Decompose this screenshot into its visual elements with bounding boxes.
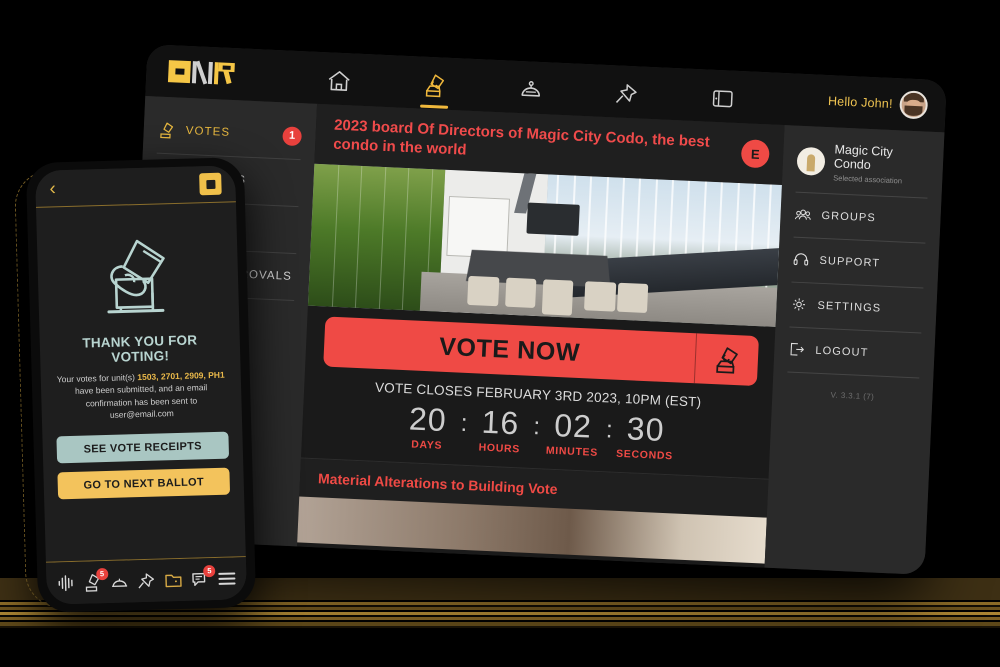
countdown-days: 20 DAYS: [393, 400, 461, 453]
app-version: V. 3.3.1 (7): [830, 389, 875, 401]
sidebar-item-settings[interactable]: SETTINGS: [790, 293, 923, 321]
logo-letter-n: [192, 60, 213, 85]
waveform-icon: [58, 575, 73, 592]
groups-icon: [794, 209, 811, 220]
divider: [795, 191, 928, 199]
message-pre: Your votes for unit(s): [56, 372, 138, 385]
divider: [789, 326, 922, 334]
background-stripe: [0, 626, 1000, 628]
nav-messages[interactable]: 5: [189, 564, 216, 591]
sidebar-item-label: VOTES: [185, 124, 231, 139]
status-badge: 5: [203, 564, 216, 577]
sidebar-item-logout[interactable]: LOGOUT: [788, 338, 921, 366]
nav-home[interactable]: [321, 58, 357, 103]
nav-votes[interactable]: [417, 62, 453, 109]
phone-content: THANK YOU FOR VOTING! Your votes for uni…: [36, 202, 246, 561]
logout-icon: [790, 342, 804, 356]
vote-hand-icon: [695, 334, 759, 387]
folder-icon: [165, 574, 182, 588]
association-selector[interactable]: Magic City Condo Selected association: [796, 142, 930, 186]
user-greeting[interactable]: Hello John!: [827, 87, 929, 120]
sidebar-item-votes[interactable]: VOTES 1: [143, 110, 317, 156]
election-seal-icon: E: [742, 141, 768, 167]
logo-letter-r: [214, 62, 235, 85]
service-bell-icon: [521, 81, 541, 97]
main-content: 2023 board Of Directors of Magic City Co…: [297, 103, 785, 568]
vote-now-label: VOTE NOW: [438, 332, 581, 367]
hamburger-icon: [218, 572, 236, 585]
onr-logo[interactable]: [167, 60, 235, 85]
phone-device: ‹ THANK YOU FOR VOTING! Your votes for u…: [25, 157, 257, 613]
association-name: Magic City Condo: [833, 142, 894, 172]
logo-letter-o: [167, 60, 191, 84]
message-units: 1503, 2701, 2909, PH1: [137, 369, 225, 383]
onr-logo-mark[interactable]: [199, 172, 222, 196]
countdown-hours: 16 HOURS: [466, 404, 534, 456]
countdown-label: DAYS: [410, 438, 443, 452]
vote-now-button[interactable]: VOTE NOW: [323, 316, 760, 387]
right-sidebar: Magic City Condo Selected association GR…: [764, 125, 945, 575]
nav-pinned[interactable]: [136, 570, 158, 592]
gear-icon: [792, 298, 806, 311]
sidebar-item-label: LOGOUT: [815, 344, 869, 359]
sidebar-item-label: SETTINGS: [817, 299, 882, 315]
push-pin-icon: [616, 84, 637, 103]
headset-icon: [793, 253, 809, 266]
see-vote-receipts-button[interactable]: SEE VOTE RECEIPTS: [56, 431, 230, 464]
sidebar-item-label: GROUPS: [821, 209, 877, 224]
countdown-value: 30: [626, 410, 666, 449]
go-to-next-ballot-button[interactable]: GO TO NEXT BALLOT: [57, 467, 231, 500]
countdown-value: 02: [553, 407, 593, 446]
countdown-label: SECONDS: [615, 447, 674, 463]
next-vote-card[interactable]: Material Alterations to Building Vote: [297, 457, 769, 564]
countdown-value: 16: [480, 404, 521, 442]
nav-votes[interactable]: 5: [82, 567, 109, 594]
divider: [791, 281, 924, 289]
countdown-label: MINUTES: [545, 444, 599, 459]
sidebar-item-groups[interactable]: GROUPS: [794, 203, 927, 231]
nav-pinned[interactable]: [609, 71, 645, 116]
wallet-icon: [712, 90, 733, 108]
phone-top-bar: ‹: [34, 165, 236, 207]
page-title: 2023 board Of Directors of Magic City Co…: [332, 116, 711, 159]
nav-services[interactable]: [513, 67, 549, 112]
vote-hand-icon: [160, 122, 174, 139]
countdown-label: HOURS: [478, 441, 521, 456]
phone-bottom-nav: 5 5: [45, 557, 248, 605]
nav-services[interactable]: [109, 571, 131, 593]
back-icon[interactable]: ‹: [49, 178, 56, 199]
divider: [787, 370, 920, 378]
condo-logo-icon: [796, 146, 826, 177]
greeting-text: Hello John!: [827, 94, 894, 111]
status-badge: 1: [282, 125, 303, 146]
vote-hand-illustration: [89, 232, 187, 324]
divider: [793, 236, 926, 244]
nav-wallet[interactable]: [705, 76, 741, 121]
screenshot-root: Hello John! VOTES 1 APPROVALS 2023 board…: [0, 0, 1000, 667]
vote-hand-icon: [107, 239, 165, 314]
vote-hand-icon: [425, 74, 445, 98]
nav-menu[interactable]: [216, 568, 238, 590]
nav-documents[interactable]: [162, 569, 184, 591]
thank-you-title: THANK YOU FOR VOTING!: [82, 332, 198, 365]
hero-photo: [307, 164, 782, 328]
sidebar-item-label: SUPPORT: [819, 254, 881, 270]
avatar[interactable]: [899, 90, 929, 120]
status-badge: 5: [95, 567, 109, 580]
countdown-minutes: 02 MINUTES: [539, 407, 607, 460]
nav-activity[interactable]: [55, 572, 77, 594]
push-pin-icon: [138, 573, 154, 589]
countdown-seconds: 30 SECONDS: [611, 410, 679, 463]
message-post: have been submitted, and an email confir…: [74, 382, 208, 420]
service-bell-icon: [112, 578, 128, 588]
confirmation-message: Your votes for unit(s) 1503, 2701, 2909,…: [55, 369, 228, 423]
sidebar-item-support[interactable]: SUPPORT: [792, 248, 925, 276]
countdown-value: 20: [408, 400, 448, 439]
phone-screen: ‹ THANK YOU FOR VOTING! Your votes for u…: [34, 165, 248, 605]
home-icon: [328, 71, 350, 91]
association-subtitle: Selected association: [833, 172, 903, 185]
